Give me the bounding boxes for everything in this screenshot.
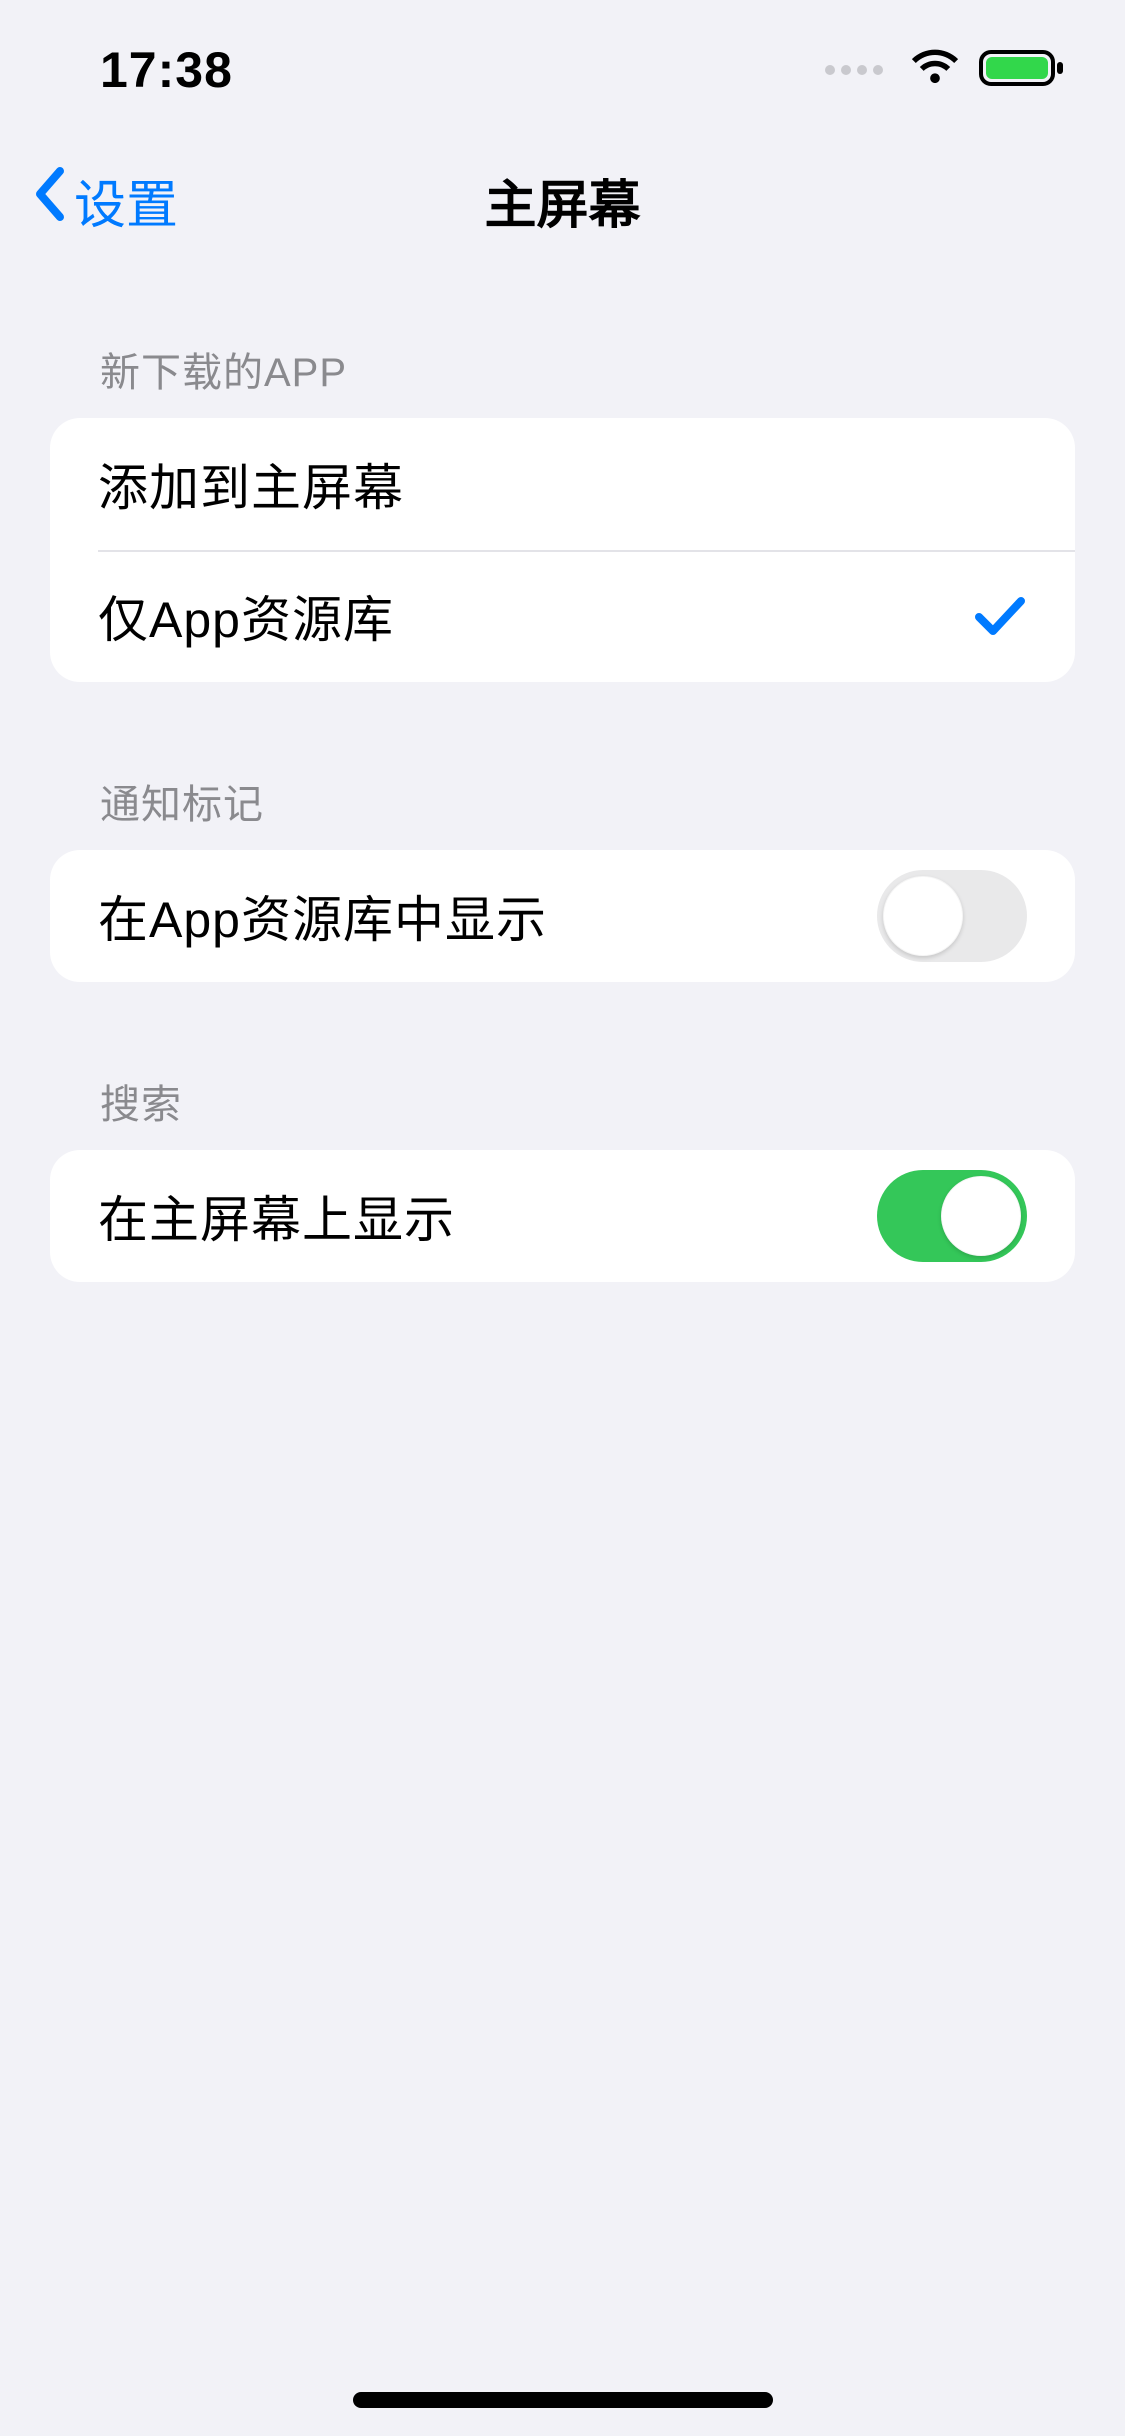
option-label: 添加到主屏幕 (98, 448, 404, 520)
home-indicator[interactable] (353, 2392, 773, 2408)
checkmark-icon (973, 593, 1027, 639)
row-label: 在App资源库中显示 (98, 880, 547, 952)
section-header-search: 搜索 (0, 1052, 1125, 1150)
section-header-badges: 通知标记 (0, 752, 1125, 850)
badges-card: 在App资源库中显示 (50, 850, 1075, 982)
search-card: 在主屏幕上显示 (50, 1150, 1075, 1282)
nav-bar: 设置 主屏幕 (0, 140, 1125, 260)
option-label: 仅App资源库 (98, 580, 394, 652)
status-time: 17:38 (100, 41, 233, 99)
status-right (825, 48, 1065, 93)
content: 新下载的APP 添加到主屏幕 仅App资源库 通知标记 在App资源库中显示 搜… (0, 260, 1125, 1282)
row-label: 在主屏幕上显示 (98, 1180, 455, 1252)
row-show-search-on-home: 在主屏幕上显示 (50, 1150, 1075, 1282)
back-button[interactable]: 设置 (30, 163, 178, 238)
chevron-left-icon (30, 165, 68, 236)
new-apps-card: 添加到主屏幕 仅App资源库 (50, 418, 1075, 682)
switch-search-on-home[interactable] (877, 1170, 1027, 1262)
option-app-library-only[interactable]: 仅App资源库 (50, 550, 1075, 682)
switch-badges-in-library[interactable] (877, 870, 1027, 962)
status-bar: 17:38 (0, 0, 1125, 140)
battery-icon (979, 48, 1065, 93)
option-add-to-home[interactable]: 添加到主屏幕 (50, 418, 1075, 550)
cellular-dots-icon (825, 65, 883, 75)
wifi-icon (909, 49, 961, 92)
back-label: 设置 (74, 163, 178, 238)
section-header-new-apps: 新下载的APP (0, 320, 1125, 418)
row-show-badges-in-library: 在App资源库中显示 (50, 850, 1075, 982)
